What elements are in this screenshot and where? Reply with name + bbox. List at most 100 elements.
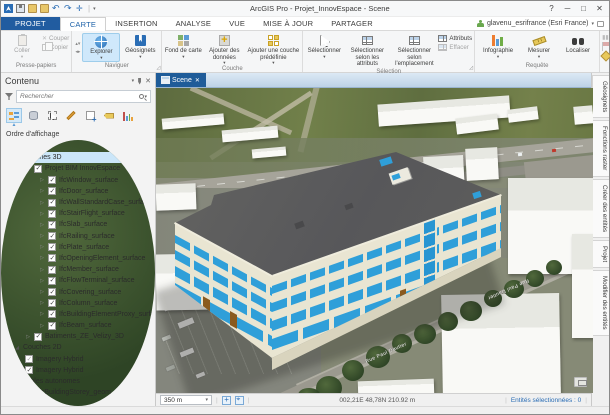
locate-button[interactable]: Localiser <box>559 33 597 62</box>
list-by-editing-button[interactable] <box>63 108 79 123</box>
layer-item[interactable]: ▷IfcBeam_surface <box>1 320 155 331</box>
expand-icon[interactable]: ▷ <box>39 177 45 183</box>
expand-icon[interactable]: ▷ <box>39 244 45 250</box>
expand-icon[interactable]: ◢ <box>14 379 20 385</box>
layer-item[interactable]: ▷IfcCovering_surface <box>1 286 155 297</box>
dock-tab-fonctions-raster[interactable]: Fonctions raster <box>592 120 609 177</box>
explore-tool-icon[interactable]: ✛ <box>76 4 85 13</box>
pause-labels-button[interactable]: Pause <box>602 34 610 41</box>
layer-item[interactable]: ▷IfcWindow_surface <box>1 175 155 186</box>
list-by-data-source-button[interactable] <box>25 108 41 123</box>
expand-icon[interactable]: ▷ <box>39 188 45 194</box>
tab-insertion[interactable]: INSERTION <box>106 17 167 30</box>
scene-viewport[interactable]: Rue Paul Dautier Rue Paul Dautier <box>156 88 593 394</box>
expand-icon[interactable]: ◢ <box>5 144 11 150</box>
help-icon[interactable]: ? <box>544 4 559 13</box>
add-data-button[interactable]: Ajouter des données▾ <box>203 33 245 65</box>
visibility-checkbox[interactable] <box>34 164 42 173</box>
visibility-checkbox[interactable] <box>34 332 42 341</box>
list-by-drawing-order-button[interactable] <box>6 108 22 123</box>
layer-item[interactable]: ▷IfcOpeningElement_surface <box>1 253 155 264</box>
visibility-checkbox[interactable] <box>48 288 56 297</box>
tree-item-couches-2d[interactable]: ◢ Couches 2D <box>1 342 155 353</box>
list-by-selection-button[interactable] <box>44 108 60 123</box>
expand-icon[interactable]: ▷ <box>39 267 45 273</box>
layer-item[interactable]: ▷IfcBuildingElementProxy_surface <box>1 309 155 320</box>
table-item-buildingstorey[interactable]: IfcBuildingStorey_geom <box>1 387 155 398</box>
basemap-button[interactable]: Fond de carte ▾ <box>164 33 202 65</box>
search-input[interactable] <box>20 93 140 100</box>
dock-tab-geosignets[interactable]: Géosignets <box>592 75 609 119</box>
pane-pin-icon[interactable] <box>138 77 142 85</box>
layer-item[interactable]: ▷IfcStairFlight_surface <box>1 208 155 219</box>
clear-selection-button[interactable]: Effacer <box>438 43 472 51</box>
account-area[interactable]: glavenu_esrifrance (Esri France) ▾ <box>476 17 609 30</box>
add-preset-button[interactable]: Ajouter une couche prédéfinie ▾ <box>246 33 300 65</box>
layer-item-batiments[interactable]: ▷Batiments_ZE_Velizy_3D <box>1 331 155 342</box>
tree-item-couches-3d[interactable]: ◢ Couches 3D <box>1 152 155 164</box>
list-by-snapping-button[interactable] <box>82 108 98 124</box>
open-project-icon[interactable] <box>28 4 37 13</box>
tab-projet[interactable]: PROJET <box>1 17 60 30</box>
view-tab-scene[interactable]: Scene ✕ <box>156 73 206 87</box>
snap-mode-icon[interactable] <box>234 395 244 405</box>
expand-icon[interactable]: ▷ <box>39 233 45 239</box>
navigation-mini-controls[interactable]: ▴▾ ◂▸ <box>74 33 81 62</box>
layer-item[interactable]: ▷IfcColumn_surface <box>1 298 155 309</box>
tab-mise-a-jour[interactable]: MISE À JOUR <box>254 17 322 30</box>
tree-item-scene[interactable]: ◢ Scene <box>1 141 155 152</box>
search-icon[interactable] <box>139 94 145 99</box>
cut-button[interactable]: Couper <box>42 35 69 42</box>
layer-item[interactable]: ▷IfcSlab_surface <box>1 219 155 230</box>
attributes-button[interactable]: Attributs <box>438 35 472 42</box>
expand-icon[interactable]: ▷ <box>39 323 45 329</box>
visibility-checkbox[interactable] <box>48 276 56 285</box>
tree-item-projet-bim[interactable]: ◢Projet BIM InnovEspace <box>1 163 155 174</box>
account-caret-icon[interactable]: ▾ <box>591 21 594 27</box>
selected-features-count[interactable]: Entités sélectionnées : 0 <box>511 397 581 404</box>
explore-button[interactable]: Explorer ▾ <box>82 33 121 62</box>
expand-icon[interactable]: ▷ <box>39 300 45 306</box>
dock-tab-modifier-entites[interactable]: Modifier des entités <box>592 269 609 336</box>
map-scale-combobox[interactable]: 350 m ▾ <box>160 395 212 406</box>
expand-icon[interactable]: ▷ <box>39 255 45 261</box>
expand-icon[interactable]: ▷ <box>39 311 45 317</box>
visibility-checkbox[interactable] <box>48 265 56 274</box>
layer-item[interactable]: ▷IfcWallStandardCase_surface <box>1 197 155 208</box>
list-by-labeling-button[interactable] <box>101 108 117 123</box>
tab-vue[interactable]: VUE <box>220 17 254 30</box>
bookmarks-button[interactable]: Géosignets ▾ <box>121 33 159 62</box>
close-view-icon[interactable]: ✕ <box>195 77 200 84</box>
layer-item[interactable]: ▷IfcMember_surface <box>1 264 155 275</box>
copy-button[interactable]: Copier <box>42 42 69 51</box>
expand-icon[interactable]: ▷ <box>39 289 45 295</box>
tree-item-tables[interactable]: ◢ Tables autonomes <box>1 376 155 387</box>
visibility-checkbox[interactable] <box>48 220 56 229</box>
expand-icon[interactable]: ▷ <box>39 222 45 228</box>
tab-carte[interactable]: CARTE <box>59 17 107 31</box>
expand-icon[interactable]: ▷ <box>39 200 45 206</box>
layer-item[interactable]: ▷IfcDoor_surface <box>1 186 155 197</box>
visibility-checkbox[interactable] <box>25 355 33 364</box>
search-box[interactable]: ▾ <box>16 90 151 103</box>
layer-item-imagery-2[interactable]: Imagery Hybrid <box>1 365 155 376</box>
undo-icon[interactable]: ↶ <box>52 4 61 13</box>
visibility-checkbox[interactable] <box>25 366 33 375</box>
add-folder-icon[interactable] <box>40 4 49 13</box>
zoom-to-selection-icon[interactable] <box>221 395 231 405</box>
pane-close-icon[interactable]: ✕ <box>145 77 151 85</box>
visibility-checkbox[interactable] <box>48 310 56 319</box>
visibility-checkbox[interactable] <box>48 232 56 241</box>
expand-icon[interactable]: ▷ <box>39 278 45 284</box>
select-by-attributes-button[interactable]: Sélectionner selon les attributs <box>344 33 390 68</box>
visibility-checkbox[interactable] <box>48 187 56 196</box>
maximize-icon[interactable]: □ <box>576 4 591 13</box>
visibility-checkbox[interactable] <box>48 299 56 308</box>
dialog-launcher-icon[interactable]: ◿ <box>469 65 473 71</box>
bim-building[interactable] <box>156 88 593 394</box>
visibility-checkbox[interactable] <box>48 209 56 218</box>
layer-item-imagery-1[interactable]: Imagery Hybrid <box>1 354 155 365</box>
pane-menu-icon[interactable]: ▾ <box>132 78 135 84</box>
visibility-checkbox[interactable] <box>48 321 56 330</box>
visibility-checkbox[interactable] <box>48 176 56 185</box>
